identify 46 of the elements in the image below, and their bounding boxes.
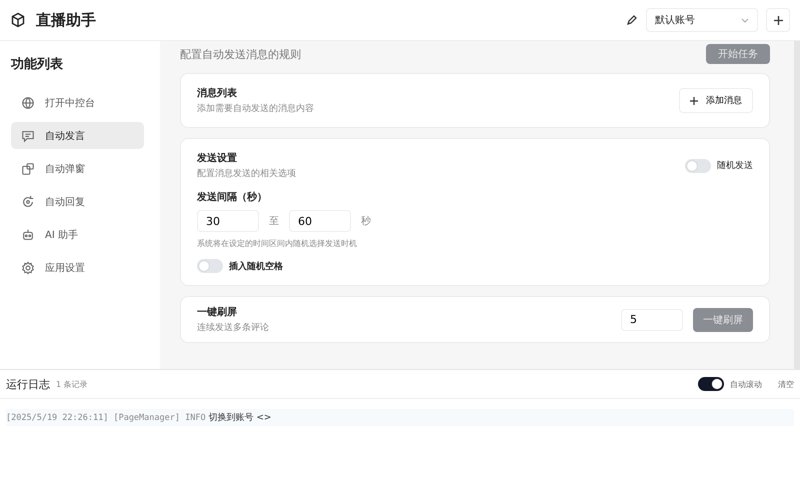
sidebar-title: 功能列表 <box>11 56 64 73</box>
add-account-button[interactable] <box>766 8 790 32</box>
card-description: 配置消息发送的相关选项 <box>197 168 296 180</box>
gear-icon <box>21 260 35 274</box>
toggle-label: 随机发送 <box>717 160 753 172</box>
add-message-button[interactable]: 添加消息 <box>679 88 753 113</box>
account-select[interactable]: 默认账号 <box>646 8 758 32</box>
card-title: 消息列表 <box>197 86 238 100</box>
hint-text: 系统将在设定的时间区间内随机选择发送时机 <box>197 238 358 249</box>
input-field[interactable]: 60 <box>289 210 351 232</box>
log-entry: [2025/5/19 22:26:11] [PageManager] INFO 切换到账号 <> <box>6 409 794 426</box>
cube-icon <box>10 12 26 28</box>
input-field[interactable]: 5 <box>621 308 683 330</box>
unit-label: 秒 <box>361 214 371 228</box>
toggle-switch[interactable] <box>698 377 724 391</box>
record-count: 1 条记录 <box>56 378 89 390</box>
refresh-icon <box>21 194 35 208</box>
sidebar-item[interactable]: 应用设置 <box>11 254 144 281</box>
toggle-switch[interactable] <box>197 259 223 273</box>
sidebar-item[interactable]: 自动回复 <box>11 188 144 215</box>
toggle-label: 插入随机空格 <box>229 260 283 272</box>
sidebar-item[interactable]: 自动弹窗 <box>11 155 144 182</box>
chat-bubble-icon <box>21 128 35 142</box>
globe-icon <box>21 96 35 110</box>
card-description: 添加需要自动发送的消息内容 <box>197 102 314 115</box>
sidebar-item[interactable]: 自动发言 <box>11 122 144 149</box>
page-subtitle: 配置自动发送消息的规则 <box>180 46 301 62</box>
robot-icon <box>21 228 35 242</box>
sidebar-item[interactable]: AI 助手 <box>11 221 144 248</box>
plus-icon <box>774 16 782 24</box>
log-title: 运行日志 <box>6 376 50 392</box>
field-label: 发送间隔（秒） <box>197 190 268 204</box>
range-separator: 至 <box>269 215 279 228</box>
sidebar-item[interactable]: 打开中控台 <box>11 89 144 116</box>
toggle-label: 自动滚动 <box>730 378 762 390</box>
window-icon <box>21 162 35 176</box>
app-title: 直播助手 <box>36 10 97 30</box>
chevron-down-icon <box>741 18 749 22</box>
card-title: 发送设置 <box>197 152 238 165</box>
plus-icon <box>690 96 698 104</box>
clear-link[interactable]: 清空 <box>778 378 794 390</box>
toggle-switch[interactable] <box>685 158 711 172</box>
pencil-icon[interactable] <box>626 14 638 26</box>
input-field[interactable]: 30 <box>197 210 259 232</box>
card-title: 一键刷屏 <box>197 306 238 319</box>
card-description: 连续发送多条评论 <box>197 322 269 334</box>
